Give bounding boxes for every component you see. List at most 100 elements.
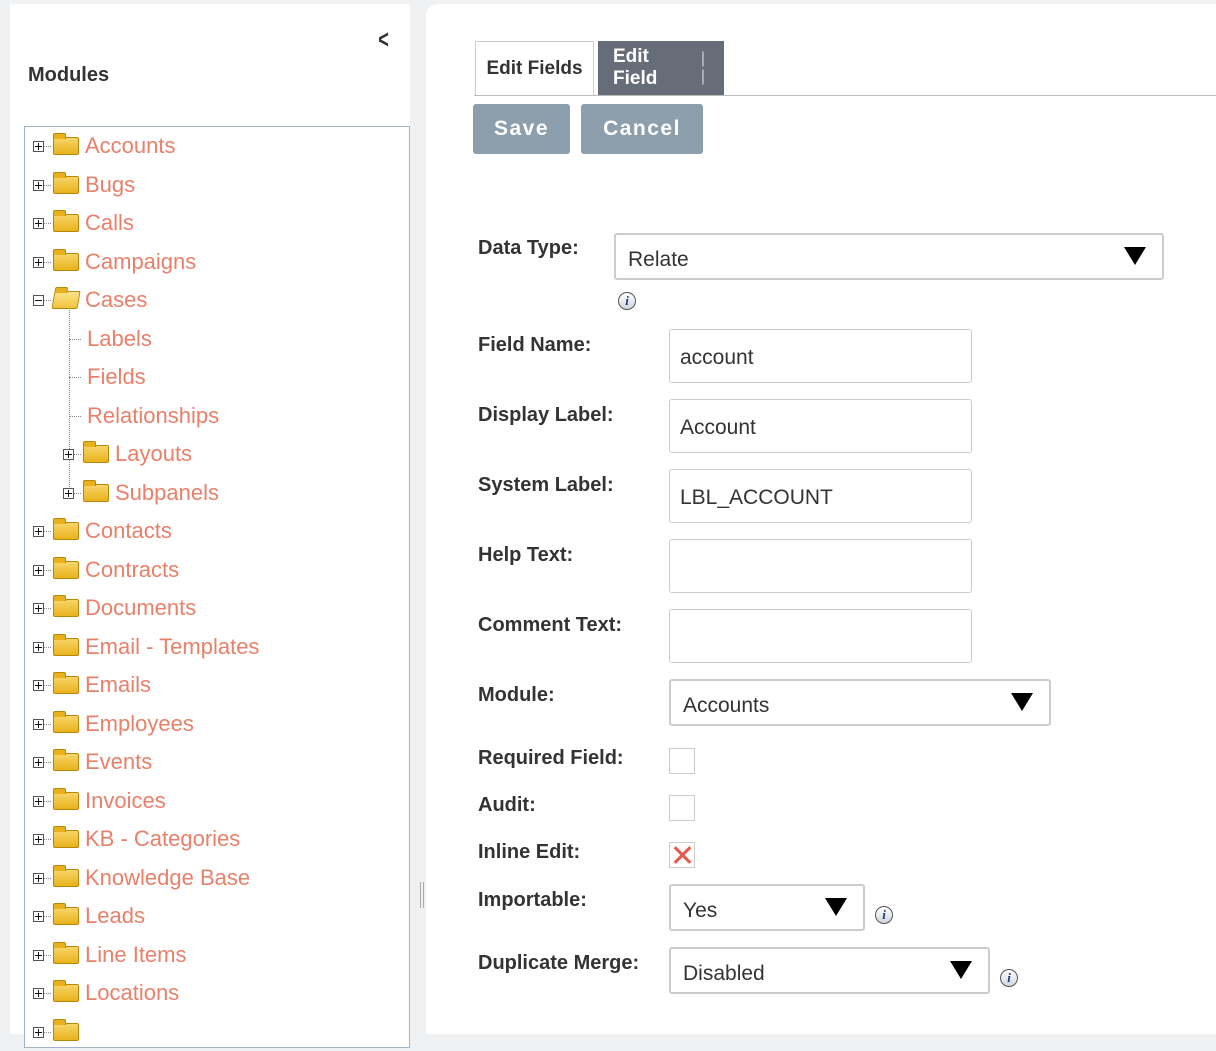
edit-field-panel: Edit Fields Edit Field | | Save Cancel D… [426,4,1216,1034]
tree-item-label[interactable]: Bugs [85,172,135,198]
data-type-select[interactable]: Relate [614,233,1164,280]
tree-item-label[interactable]: Line Items [85,942,187,968]
expand-icon[interactable] [33,641,44,653]
tree-item-cases-fields[interactable]: Fields [69,358,146,396]
expand-icon[interactable] [33,256,44,268]
info-icon[interactable]: i [875,906,893,924]
tree-item-label[interactable]: Subpanels [115,480,219,506]
tree-connector [69,415,81,417]
audit-checkbox[interactable] [669,795,695,821]
folder-icon [83,480,109,502]
tree-item-invoices[interactable]: Invoices [33,782,166,820]
tree-item-cases[interactable]: Cases [33,281,147,319]
expand-icon[interactable] [33,564,44,576]
tree-item-partial[interactable] [33,1013,85,1051]
tree-item-label[interactable]: Contacts [85,518,172,544]
tree-item-label[interactable]: Emails [85,672,151,698]
tree-item-label[interactable]: Leads [85,903,145,929]
display-label-input[interactable] [669,399,972,453]
save-button[interactable]: Save [473,104,570,154]
comment-text-input[interactable] [669,609,972,663]
folder-icon [53,557,79,579]
info-icon[interactable]: i [618,292,636,310]
tree-item-label[interactable]: Locations [85,980,179,1006]
expand-icon[interactable] [33,833,44,845]
expand-icon[interactable] [33,756,44,768]
tree-item-cases-relationships[interactable]: Relationships [69,397,219,435]
expand-icon[interactable] [33,679,44,691]
duplicate-merge-select[interactable]: Disabled [669,947,990,994]
tree-item-label[interactable]: Accounts [85,133,176,159]
tree-item-contacts[interactable]: Contacts [33,512,172,550]
tabs-divider [474,95,1216,96]
tree-item-label[interactable]: Invoices [85,788,166,814]
tree-item-bugs[interactable]: Bugs [33,166,135,204]
tree-item-leads[interactable]: Leads [33,897,145,935]
help-text-input[interactable] [669,539,972,593]
cancel-button[interactable]: Cancel [581,104,703,154]
tree-item-label[interactable]: Labels [87,326,152,352]
required-field-checkbox[interactable] [669,748,695,774]
expand-icon[interactable] [33,872,44,884]
tree-item-emails[interactable]: Emails [33,666,151,704]
expand-icon[interactable] [33,179,44,191]
expand-icon[interactable] [33,217,44,229]
tree-item-label[interactable]: Events [85,749,152,775]
panel-resize-handle[interactable] [420,882,424,908]
tree-item-label[interactable]: Employees [85,711,194,737]
tree-item-calls[interactable]: Calls [33,204,134,242]
system-label-input[interactable] [669,469,972,523]
tree-item-label[interactable]: Layouts [115,441,192,467]
tree-item-label[interactable]: Knowledge Base [85,865,250,891]
tree-item-campaigns[interactable]: Campaigns [33,243,196,281]
tree-item-label[interactable]: Email - Templates [85,634,259,660]
tree-item-cases-layouts[interactable]: Layouts [63,435,192,473]
tree-item-accounts[interactable]: Accounts [33,127,176,165]
tree-item-label[interactable]: Campaigns [85,249,196,275]
inline-edit-checkbox[interactable] [669,842,695,868]
expand-icon[interactable] [33,987,44,999]
tab-edit-field[interactable]: Edit Field | | [598,41,724,95]
importable-label: Importable: [478,889,587,911]
expand-icon[interactable] [63,487,74,499]
module-select[interactable]: Accounts [669,679,1051,726]
chevron-down-icon [1124,247,1146,265]
tree-item-contracts[interactable]: Contracts [33,551,179,589]
expand-icon[interactable] [33,1026,44,1038]
info-icon[interactable]: i [1000,969,1018,987]
importable-select[interactable]: Yes [669,884,865,931]
tree-item-label[interactable]: Documents [85,595,196,621]
tree-item-cases-labels[interactable]: Labels [69,320,152,358]
tree-item-label[interactable]: KB - Categories [85,826,240,852]
tree-item-line-items[interactable]: Line Items [33,936,187,974]
collapse-icon[interactable] [33,294,44,306]
module-value: Accounts [683,693,770,717]
collapse-panel-button[interactable]: < [378,26,389,52]
folder-icon [53,210,79,232]
expand-icon[interactable] [33,795,44,807]
tree-item-label[interactable]: Calls [85,210,134,236]
tree-item-locations[interactable]: Locations [33,974,179,1012]
expand-icon[interactable] [33,602,44,614]
tree-item-kb-categories[interactable]: KB - Categories [33,820,240,858]
tree-item-employees[interactable]: Employees [33,705,194,743]
tree-item-label[interactable]: Fields [87,364,146,390]
tree-item-email-templates[interactable]: Email - Templates [33,628,259,666]
expand-icon[interactable] [33,140,44,152]
tree-item-knowledge-base[interactable]: Knowledge Base [33,859,250,897]
folder-icon [53,249,79,271]
tree-item-documents[interactable]: Documents [33,589,196,627]
expand-icon[interactable] [63,448,74,460]
tab-edit-fields[interactable]: Edit Fields [475,41,594,95]
expand-icon[interactable] [33,949,44,961]
modules-panel: < Modules Accounts Bugs Calls Campaigns [10,4,410,1048]
tree-item-cases-subpanels[interactable]: Subpanels [63,474,219,512]
tree-item-label[interactable]: Cases [85,287,147,313]
tree-item-label[interactable]: Contracts [85,557,179,583]
tree-item-label[interactable]: Relationships [87,403,219,429]
expand-icon[interactable] [33,718,44,730]
field-name-input[interactable] [669,329,972,383]
tree-item-events[interactable]: Events [33,743,152,781]
expand-icon[interactable] [33,525,44,537]
expand-icon[interactable] [33,910,44,922]
